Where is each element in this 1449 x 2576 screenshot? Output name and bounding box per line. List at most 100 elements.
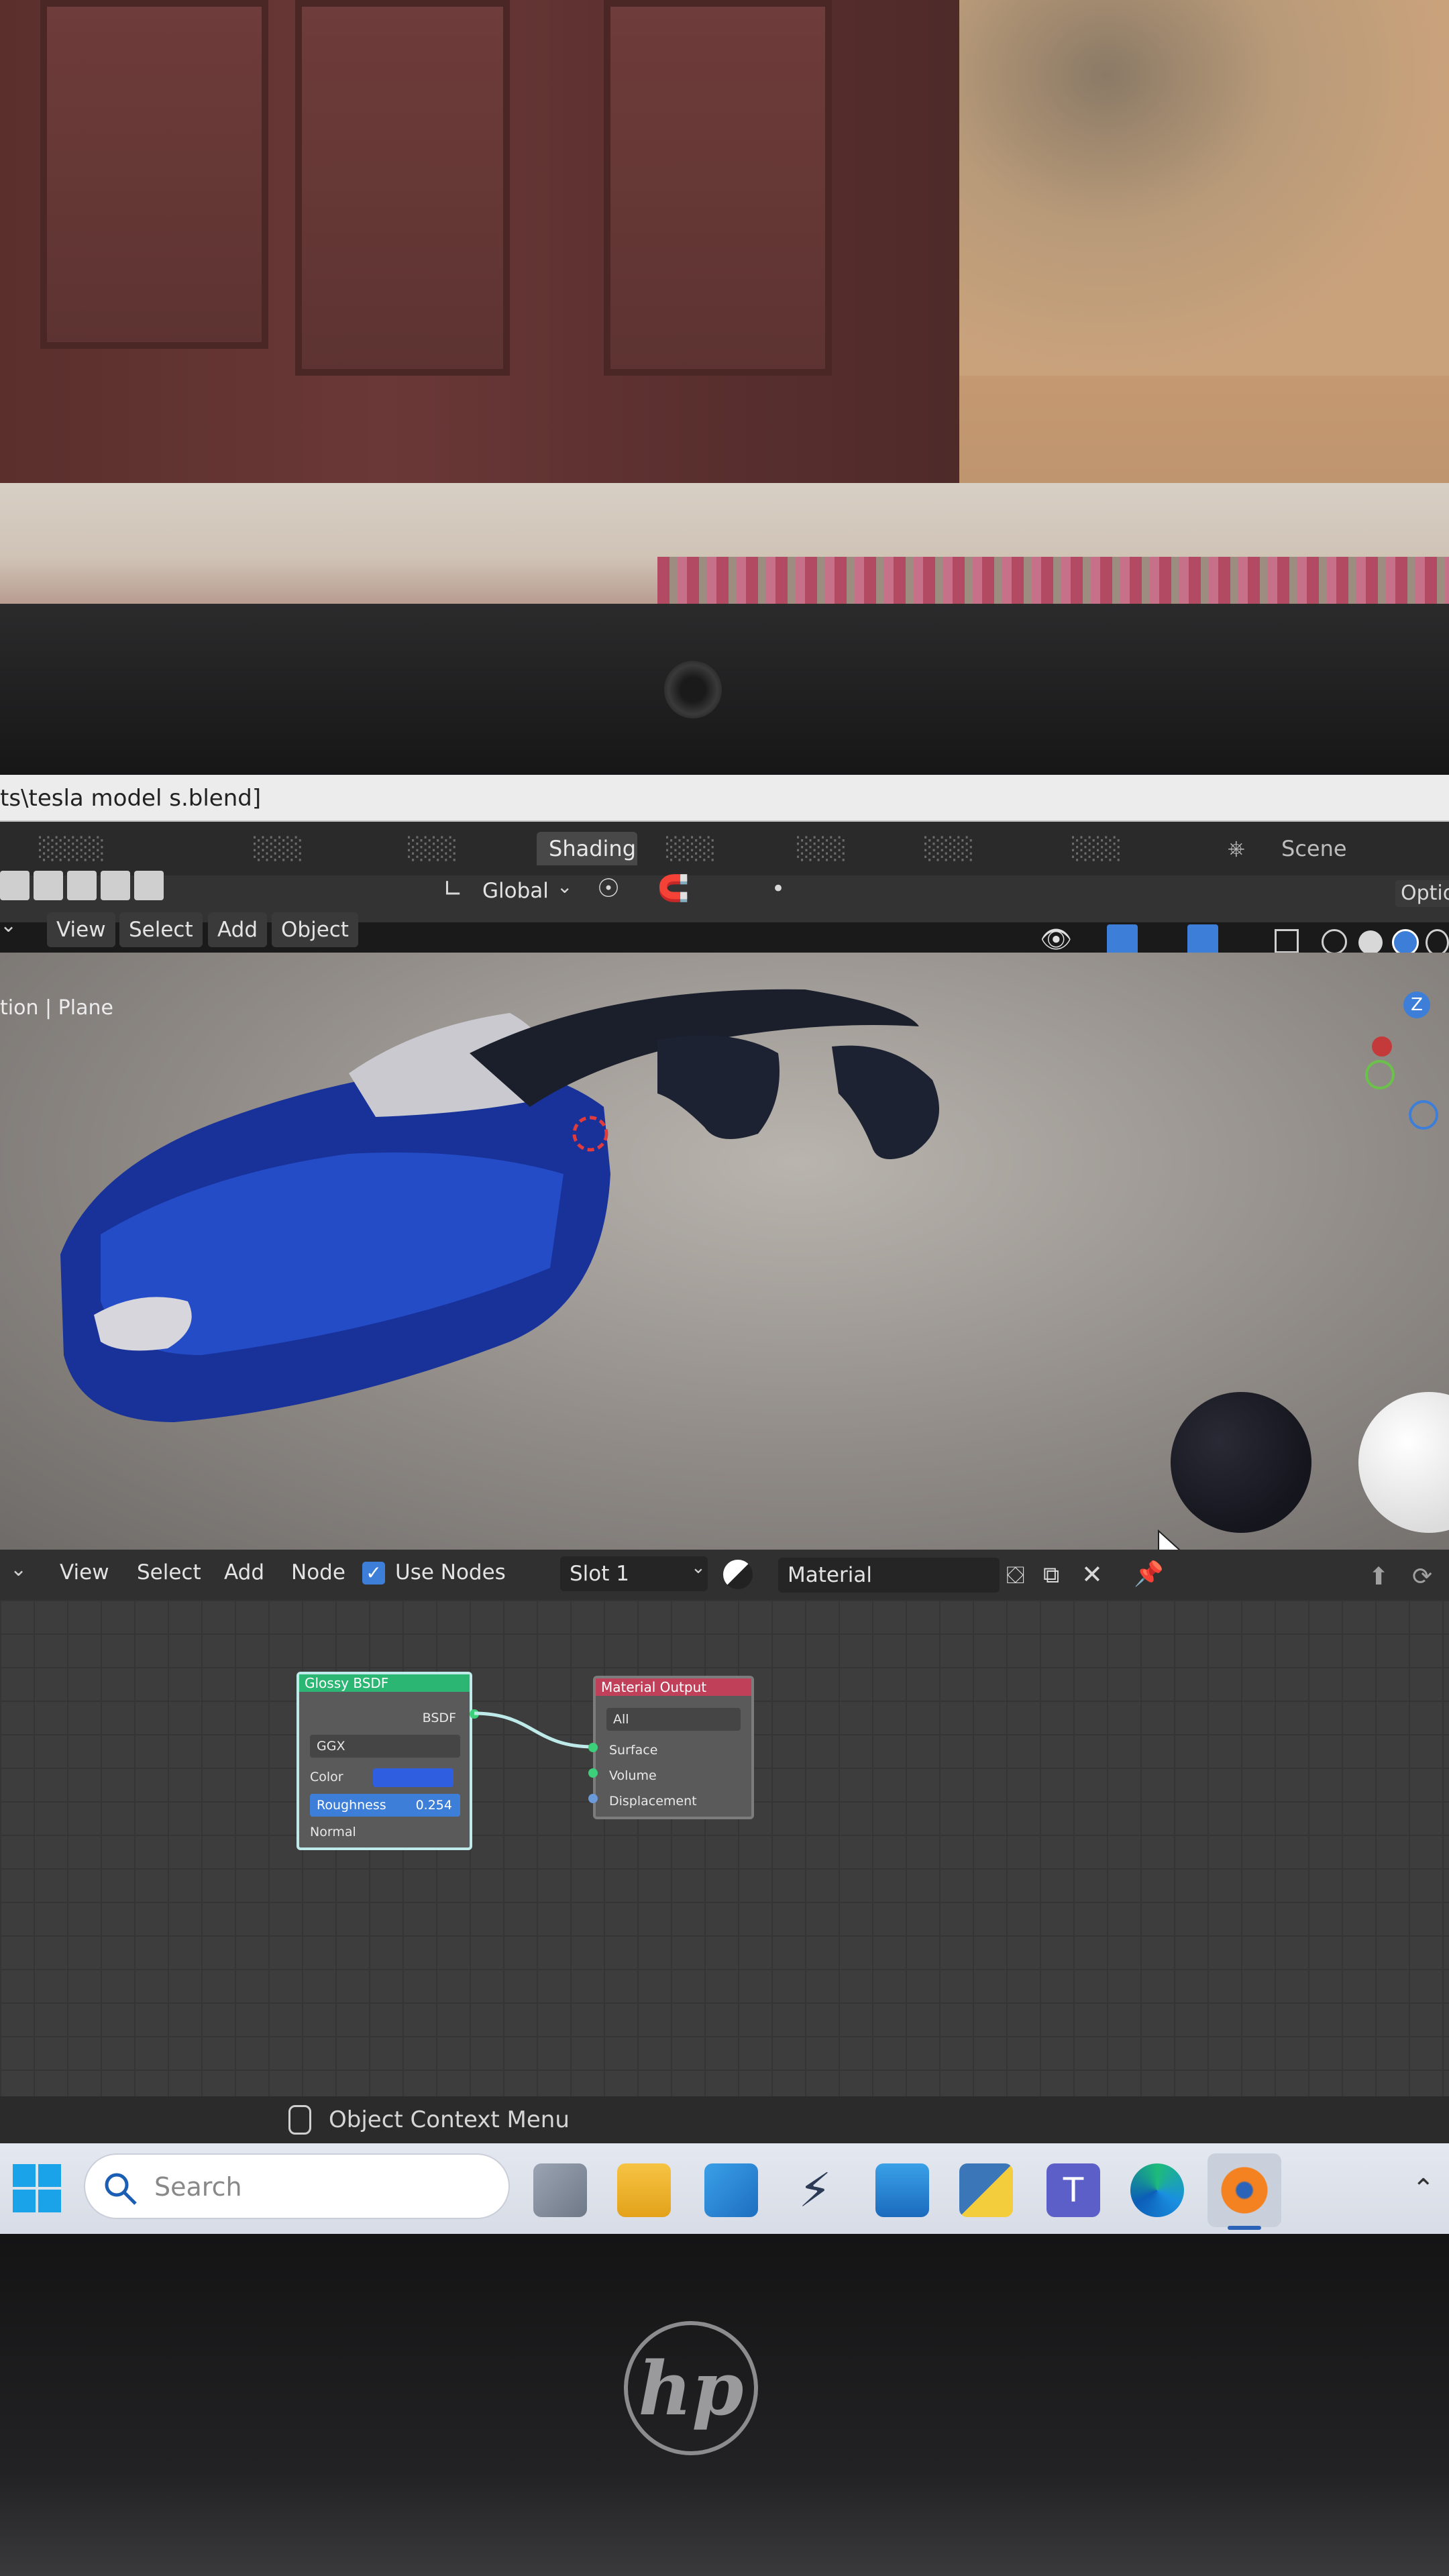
python-icon[interactable]	[959, 2163, 1013, 2217]
wireframe-shading-icon[interactable]	[1322, 929, 1347, 955]
color-swatch[interactable]	[373, 1768, 453, 1787]
snap-icon[interactable]: 🧲	[657, 873, 689, 904]
tab-uv[interactable]: ░░░	[241, 832, 376, 865]
select-box-icon[interactable]	[0, 871, 30, 900]
tab-compositing[interactable]: ░░░	[912, 832, 1040, 865]
door-panel	[295, 0, 510, 376]
use-nodes-label: Use Nodes	[395, 1560, 506, 1585]
material-name-field[interactable]: Material	[778, 1558, 1000, 1593]
status-bar	[0, 2096, 1449, 2143]
tab-texture-paint[interactable]: ░░░	[396, 832, 523, 865]
proportional-icon[interactable]: •	[771, 875, 785, 902]
volume-input-socket[interactable]	[588, 1768, 598, 1778]
tab-shading[interactable]: Shading	[537, 832, 637, 865]
displacement-input-socket[interactable]	[588, 1794, 598, 1803]
editor-type-chevron-icon[interactable]: ⌄	[0, 914, 34, 947]
node-menu-node[interactable]: Node	[282, 1555, 355, 1590]
file-explorer-icon[interactable]	[617, 2163, 671, 2217]
task-view-icon[interactable]	[533, 2163, 587, 2217]
material-preview-icon[interactable]	[1392, 929, 1419, 956]
chevron-down-icon[interactable]: ⌄	[557, 875, 572, 898]
door-panel	[40, 0, 268, 349]
scene-selector[interactable]: Scene	[1281, 832, 1347, 865]
laptop-bezel-top	[0, 604, 1449, 778]
color-label: Color	[310, 1770, 343, 1784]
node-menu-select[interactable]: Select	[127, 1555, 211, 1590]
window-title: ts\tesla model s.blend]	[0, 785, 262, 812]
chevron-down-icon[interactable]: ⌄	[691, 1558, 706, 1578]
select-extend-icon[interactable]	[34, 871, 63, 900]
tab-animation[interactable]: ░░░	[654, 832, 768, 865]
gizmo-z-axis[interactable]: Z	[1403, 991, 1430, 1018]
glossy-bsdf-node[interactable]: Glossy BSDF BSDF GGX Color Roughness 0.2…	[297, 1672, 472, 1850]
visibility-eye-icon[interactable]: 👁	[1040, 924, 1072, 955]
chevron-up-icon[interactable]: ⌃	[1412, 2174, 1435, 2204]
windows-start-icon[interactable]	[10, 2161, 64, 2215]
tab-layout[interactable]: ░░░░	[27, 832, 201, 865]
volume-input-label: Volume	[609, 1768, 657, 1783]
close-icon[interactable]: ✕	[1081, 1560, 1103, 1589]
notepad-icon[interactable]	[875, 2163, 929, 2217]
wall	[959, 0, 1449, 376]
node-menu-view[interactable]: View	[50, 1555, 119, 1590]
node-canvas[interactable]	[0, 1600, 1449, 2096]
duplicate-material-icon[interactable]: ⧉	[1043, 1562, 1059, 1589]
overlays-icon[interactable]	[1187, 924, 1218, 955]
roughness-slider[interactable]: Roughness 0.254	[310, 1794, 460, 1817]
displacement-input-label: Displacement	[609, 1794, 697, 1809]
solid-shading-icon[interactable]	[1358, 930, 1383, 955]
pin-icon[interactable]: 📌	[1134, 1560, 1164, 1588]
search-icon	[105, 2173, 137, 2205]
normal-label: Normal	[310, 1825, 356, 1839]
material-output-node[interactable]: Material Output All Surface Volume Displ…	[593, 1676, 754, 1819]
mail-icon[interactable]	[704, 2163, 758, 2217]
material-browse-icon[interactable]	[723, 1560, 753, 1589]
active-app-indicator	[1228, 2226, 1261, 2230]
hp-logo: hp	[624, 2321, 758, 2455]
gizmo-toggle-icon[interactable]	[1107, 924, 1138, 955]
select-subtract-icon[interactable]	[67, 871, 97, 900]
distribution-dropdown[interactable]: GGX	[310, 1735, 460, 1758]
menu-add[interactable]: Add	[208, 912, 268, 947]
status-hint: Object Context Menu	[329, 2106, 570, 2133]
node-title: Material Output	[596, 1678, 751, 1696]
surface-input-label: Surface	[609, 1743, 658, 1758]
rug	[657, 557, 1449, 607]
tab-rendering[interactable]: ░░░	[785, 832, 892, 865]
edge-browser-icon[interactable]	[1130, 2163, 1184, 2217]
menu-object[interactable]: Object	[272, 912, 358, 947]
search-placeholder: Search	[154, 2172, 242, 2202]
node-link	[474, 1711, 594, 1749]
select-invert-icon[interactable]	[101, 871, 130, 900]
target-dropdown[interactable]: All	[606, 1708, 741, 1731]
snap-icon[interactable]: ⟳	[1412, 1563, 1432, 1591]
teams-icon[interactable]: T	[1046, 2163, 1100, 2217]
gizmo-neg-z-axis[interactable]	[1409, 1100, 1438, 1130]
hdri-preview-glossy-sphere	[1171, 1392, 1311, 1533]
gizmo-y-axis[interactable]	[1365, 1060, 1395, 1089]
tab-scripting[interactable]: ░░░	[1060, 832, 1194, 865]
select-intersect-icon[interactable]	[134, 871, 164, 900]
menu-view[interactable]: View	[47, 912, 115, 947]
use-nodes-checkbox[interactable]: ✓	[362, 1562, 385, 1585]
parent-node-tree-icon[interactable]: ⬆	[1368, 1563, 1389, 1591]
webcam	[664, 661, 722, 718]
gizmo-x-axis[interactable]	[1372, 1036, 1392, 1057]
door-panel	[604, 0, 832, 376]
fake-user-shield-icon[interactable]: ⛋	[1006, 1562, 1024, 1590]
slot-selector[interactable]: Slot 1	[560, 1556, 708, 1591]
scene-icon: ⎈	[1228, 835, 1245, 861]
surface-input-socket[interactable]	[588, 1743, 598, 1752]
node-output-label: BSDF	[422, 1711, 456, 1725]
rendered-shading-icon[interactable]	[1426, 929, 1449, 956]
roughness-label: Roughness	[317, 1798, 386, 1813]
lightning-app-icon[interactable]: ⚡	[788, 2163, 842, 2217]
node-menu-add[interactable]: Add	[215, 1555, 274, 1590]
node-title: Glossy BSDF	[299, 1674, 470, 1692]
pivot-icon[interactable]: ☉	[597, 873, 620, 903]
blender-icon	[1218, 2163, 1271, 2217]
taskbar-search-box[interactable]	[84, 2153, 510, 2219]
editor-type-chevron-icon[interactable]: ⌄	[10, 1558, 27, 1581]
menu-select[interactable]: Select	[119, 912, 203, 947]
xray-icon[interactable]	[1275, 929, 1299, 953]
